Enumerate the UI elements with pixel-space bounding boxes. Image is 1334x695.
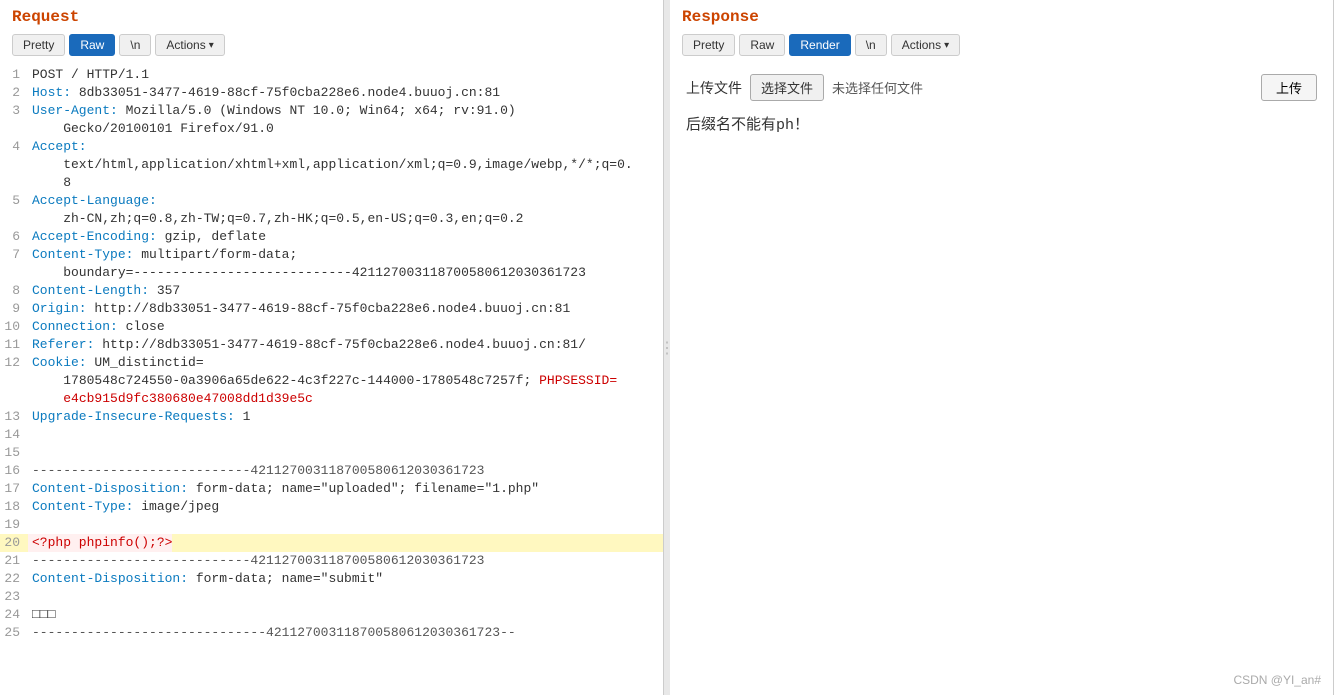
- response-tab-raw[interactable]: Raw: [739, 34, 785, 56]
- table-row: 4 Accept:: [0, 138, 663, 156]
- response-body: 上传文件 选择文件 未选择任何文件 上传 后缀名不能有ph！: [670, 62, 1333, 695]
- table-row: 1780548c724550-0a3906a65de622-4c3f227c-1…: [0, 372, 663, 390]
- table-row: 2 Host: 8db33051-3477-4619-88cf-75f0cba2…: [0, 84, 663, 102]
- table-row: 15: [0, 444, 663, 462]
- request-code-area: 1 POST / HTTP/1.1 2 Host: 8db33051-3477-…: [0, 62, 663, 695]
- table-row: boundary=----------------------------421…: [0, 264, 663, 282]
- table-row: 21 ----------------------------421127003…: [0, 552, 663, 570]
- table-row: 20 <?php phpinfo();?>: [0, 534, 663, 552]
- request-actions-button[interactable]: Actions ▾: [155, 34, 224, 56]
- table-row: text/html,application/xhtml+xml,applicat…: [0, 156, 663, 174]
- choose-file-button[interactable]: 选择文件: [750, 74, 824, 101]
- response-actions-button[interactable]: Actions ▾: [891, 34, 960, 56]
- table-row: 9 Origin: http://8db33051-3477-4619-88cf…: [0, 300, 663, 318]
- table-row: 7 Content-Type: multipart/form-data;: [0, 246, 663, 264]
- upload-submit-button[interactable]: 上传: [1261, 74, 1317, 101]
- table-row: 22 Content-Disposition: form-data; name=…: [0, 570, 663, 588]
- response-panel: Response Pretty Raw Render \n Actions ▾ …: [670, 0, 1334, 695]
- table-row: e4cb915d9fc380680e47008dd1d39e5c: [0, 390, 663, 408]
- request-panel: Request Pretty Raw \n Actions ▾ 1 POST /…: [0, 0, 664, 695]
- request-toolbar: Pretty Raw \n Actions ▾: [0, 30, 663, 62]
- table-row: 6 Accept-Encoding: gzip, deflate: [0, 228, 663, 246]
- table-row: 17 Content-Disposition: form-data; name=…: [0, 480, 663, 498]
- chevron-down-icon: ▾: [944, 40, 949, 51]
- table-row: 12 Cookie: UM_distinctid=: [0, 354, 663, 372]
- table-row: zh-CN,zh;q=0.8,zh-TW;q=0.7,zh-HK;q=0.5,e…: [0, 210, 663, 228]
- table-row: 8 Content-Length: 357: [0, 282, 663, 300]
- response-tab-render[interactable]: Render: [789, 34, 850, 56]
- response-title: Response: [670, 0, 1333, 30]
- table-row: 10 Connection: close: [0, 318, 663, 336]
- upload-row: 上传文件 选择文件 未选择任何文件 上传: [686, 74, 1317, 101]
- table-row: 18 Content-Type: image/jpeg: [0, 498, 663, 516]
- table-row: 11 Referer: http://8db33051-3477-4619-88…: [0, 336, 663, 354]
- table-row: 25 ------------------------------4211270…: [0, 624, 663, 642]
- table-row: 19: [0, 516, 663, 534]
- table-row: 16 ----------------------------421127003…: [0, 462, 663, 480]
- no-file-text: 未选择任何文件: [832, 78, 923, 97]
- error-message: 后缀名不能有ph！: [686, 113, 1317, 134]
- table-row: Gecko/20100101 Firefox/91.0: [0, 120, 663, 138]
- table-row: 8: [0, 174, 663, 192]
- table-row: 5 Accept-Language:: [0, 192, 663, 210]
- response-tab-pretty[interactable]: Pretty: [682, 34, 735, 56]
- table-row: 13 Upgrade-Insecure-Requests: 1: [0, 408, 663, 426]
- table-row: 1 POST / HTTP/1.1: [0, 66, 663, 84]
- watermark: CSDN @YI_an#: [1233, 673, 1321, 687]
- table-row: 14: [0, 426, 663, 444]
- request-title: Request: [0, 0, 663, 30]
- request-tab-newline[interactable]: \n: [119, 34, 151, 56]
- response-toolbar: Pretty Raw Render \n Actions ▾: [670, 30, 1333, 62]
- table-row: 3 User-Agent: Mozilla/5.0 (Windows NT 10…: [0, 102, 663, 120]
- table-row: 24 □□□: [0, 606, 663, 624]
- response-tab-newline[interactable]: \n: [855, 34, 887, 56]
- table-row: 23: [0, 588, 663, 606]
- request-tab-pretty[interactable]: Pretty: [12, 34, 65, 56]
- chevron-down-icon: ▾: [209, 40, 214, 51]
- request-tab-raw[interactable]: Raw: [69, 34, 115, 56]
- upload-label: 上传文件: [686, 78, 742, 98]
